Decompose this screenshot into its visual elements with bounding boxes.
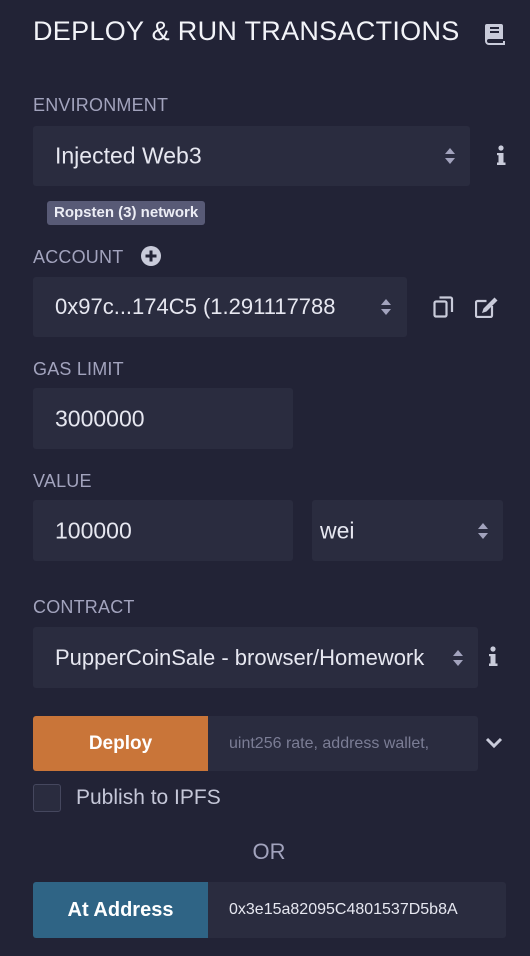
account-selected-value: 0x97c...174C5 (1.291117788 xyxy=(55,294,336,319)
account-select[interactable]: 0x97c...174C5 (1.291117788 xyxy=(33,277,407,337)
environment-selected-value: Injected Web3 xyxy=(55,142,202,169)
book-icon[interactable] xyxy=(483,21,507,45)
panel-title: DEPLOY & RUN TRANSACTIONS xyxy=(33,16,460,46)
account-label: ACCOUNT xyxy=(33,247,124,267)
value-label: VALUE xyxy=(33,471,92,491)
environment-info-icon[interactable] xyxy=(494,144,508,168)
deploy-run-panel: DEPLOY & RUN TRANSACTIONS ENVIRONMENT In… xyxy=(0,0,530,956)
gas-limit-label: GAS LIMIT xyxy=(33,359,124,379)
value-unit-select[interactable]: wei xyxy=(312,500,503,561)
select-arrows-icon xyxy=(381,299,391,315)
at-address-input[interactable]: 0x3e15a82095C4801537D5b8A xyxy=(208,882,506,938)
publish-ipfs-label: Publish to IPFS xyxy=(76,786,221,809)
network-badge: Ropsten (3) network xyxy=(47,201,206,225)
deploy-button[interactable]: Deploy xyxy=(33,716,208,771)
value-unit: wei xyxy=(320,517,355,543)
environment-label: ENVIRONMENT xyxy=(33,95,169,115)
value-amount-input[interactable]: 100000 xyxy=(33,500,293,561)
edit-icon[interactable] xyxy=(475,296,499,318)
gas-limit-value: 3000000 xyxy=(55,405,145,431)
gas-limit-input[interactable]: 3000000 xyxy=(33,388,293,449)
chevron-down-icon[interactable] xyxy=(485,736,503,750)
select-arrows-icon xyxy=(453,649,463,666)
copy-icon[interactable] xyxy=(433,296,455,318)
contract-selected-value: PupperCoinSale - browser/Homework xyxy=(55,644,425,670)
select-arrows-icon xyxy=(478,522,488,539)
plus-circle-icon[interactable] xyxy=(141,246,161,266)
select-arrows-icon xyxy=(445,148,455,164)
deploy-params-input[interactable]: uint256 rate, address wallet, xyxy=(208,716,478,771)
contract-info-icon[interactable] xyxy=(486,645,500,669)
value-amount: 100000 xyxy=(55,517,132,543)
contract-select[interactable]: PupperCoinSale - browser/Homework xyxy=(33,627,478,688)
contract-label: CONTRACT xyxy=(33,597,135,617)
or-divider: OR xyxy=(252,839,286,864)
publish-ipfs-checkbox[interactable] xyxy=(33,784,61,812)
at-address-button[interactable]: At Address xyxy=(33,882,208,938)
environment-select[interactable]: Injected Web3 xyxy=(33,126,470,186)
